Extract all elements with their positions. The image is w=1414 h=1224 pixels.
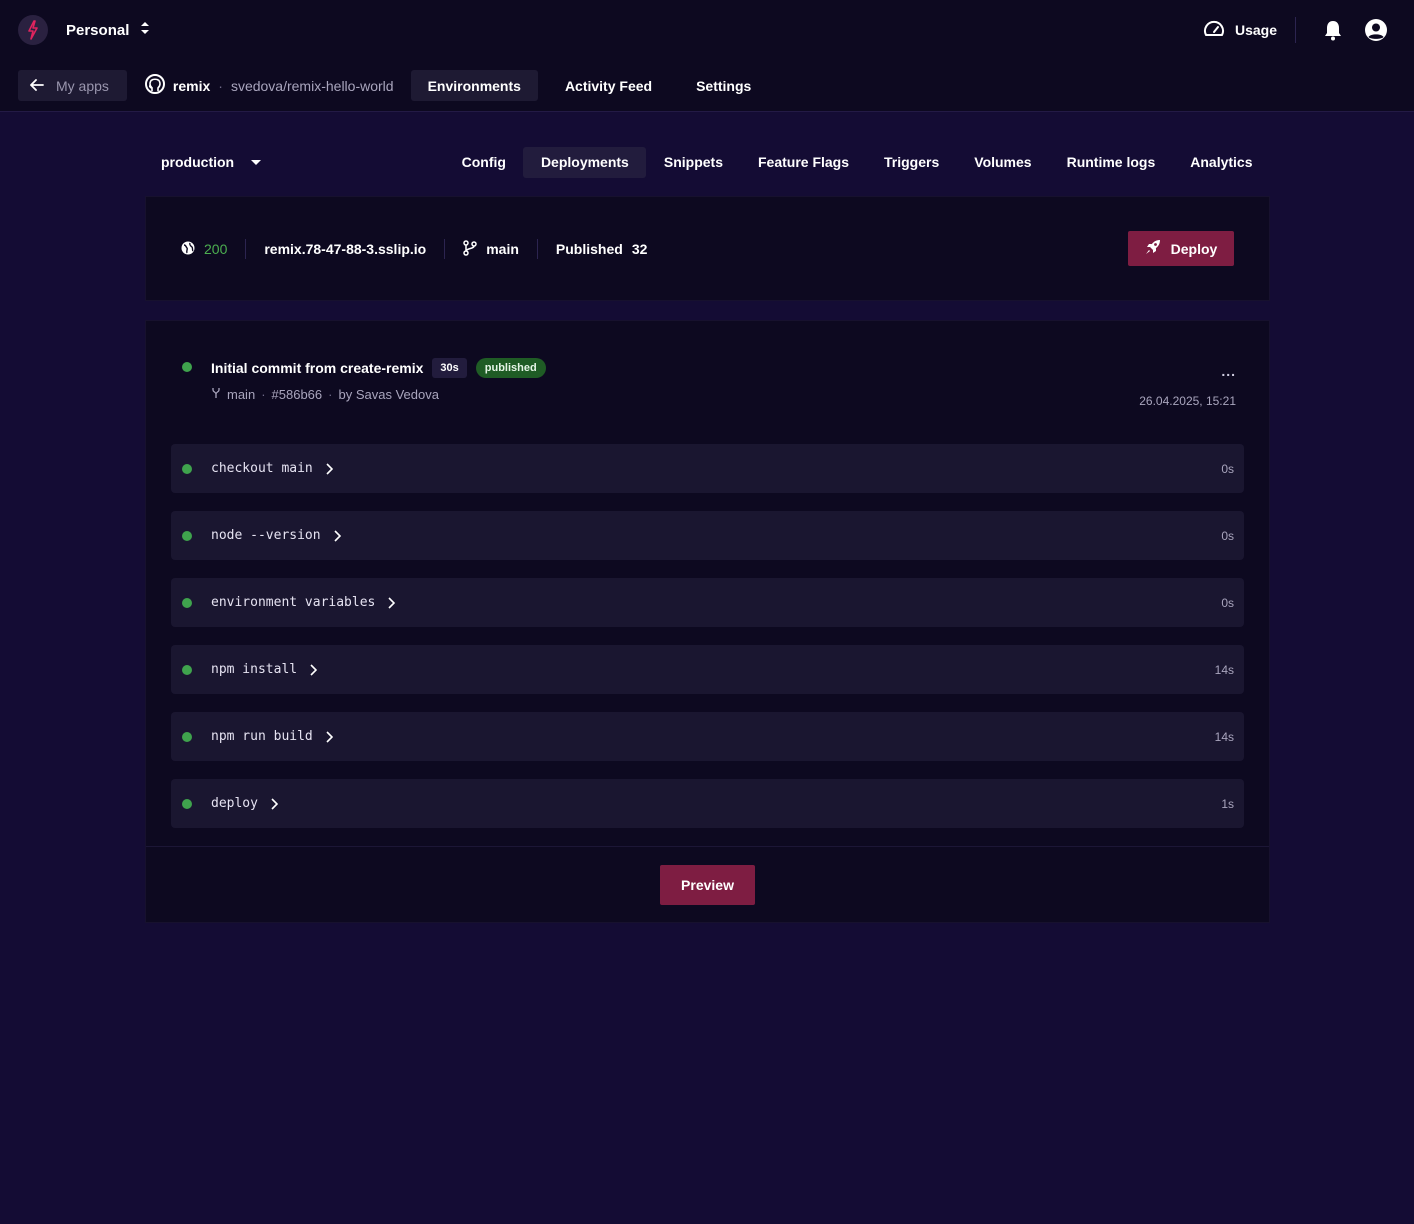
branch-name: main xyxy=(486,241,519,257)
branch-info: main xyxy=(444,239,537,259)
chevron-right-icon xyxy=(270,797,278,810)
tab-analytics[interactable]: Analytics xyxy=(1173,147,1270,178)
commit-hash[interactable]: #586b66 xyxy=(272,387,323,402)
step-row[interactable]: npm run build 14s xyxy=(171,712,1244,761)
deployment-card: Initial commit from create-remix 30s pub… xyxy=(145,320,1270,923)
tab-runtime-logs[interactable]: Runtime logs xyxy=(1049,147,1173,178)
workspace-switcher[interactable]: Personal xyxy=(66,20,151,40)
status-code: 200 xyxy=(181,239,245,259)
environment-status-card: 200 remix.78-47-88-3.sslip.io main Publi… xyxy=(145,196,1270,301)
notifications-bell-icon[interactable] xyxy=(1324,20,1342,41)
chevron-right-icon xyxy=(325,462,333,475)
top-bar: Personal Usage My apps remix · svedova/r… xyxy=(0,0,1414,112)
user-avatar-icon[interactable] xyxy=(1364,18,1388,42)
commit-message: Initial commit from create-remix xyxy=(211,360,424,376)
repo-path: svedova/remix-hello-world xyxy=(230,77,394,94)
deployment-steps: checkout main 0s node --version 0s envir… xyxy=(171,444,1244,846)
branch-fork-icon xyxy=(211,387,221,402)
status-dot-icon xyxy=(182,798,192,809)
deployment-date: 26.04.2025, 15:21 xyxy=(1139,394,1236,408)
environment-select[interactable]: production xyxy=(161,146,262,178)
tab-settings[interactable]: Settings xyxy=(679,70,768,101)
step-duration: 14s xyxy=(1214,729,1234,744)
speedometer-icon xyxy=(1203,20,1225,41)
back-to-my-apps-button[interactable]: My apps xyxy=(18,70,127,101)
chevron-right-icon xyxy=(309,663,318,676)
tab-triggers[interactable]: Triggers xyxy=(867,147,957,178)
chevron-right-icon xyxy=(333,529,341,542)
workspace-name: Personal xyxy=(66,21,130,39)
step-label: checkout main xyxy=(211,461,313,476)
step-duration: 0s xyxy=(1221,528,1234,543)
tab-feature-flags[interactable]: Feature Flags xyxy=(740,147,866,178)
duration-badge: 30s xyxy=(432,358,467,378)
meta-separator: · xyxy=(328,387,333,402)
deploy-button[interactable]: Deploy xyxy=(1128,231,1234,266)
tab-environments[interactable]: Environments xyxy=(410,70,538,101)
step-duration: 1s xyxy=(1221,796,1234,811)
step-row[interactable]: npm install 14s xyxy=(171,645,1244,694)
repo-name: remix xyxy=(172,77,211,94)
step-label: environment variables xyxy=(211,595,376,610)
step-label: npm install xyxy=(211,662,298,677)
status-badge: published xyxy=(475,358,546,378)
published-info: Published 32 xyxy=(536,239,665,259)
status-dot-icon xyxy=(182,463,192,474)
repo-separator: · xyxy=(218,77,223,94)
usage-button[interactable]: Usage xyxy=(1203,17,1296,43)
repo-info[interactable]: remix · svedova/remix-hello-world xyxy=(144,74,394,97)
step-row[interactable]: deploy 1s xyxy=(171,779,1244,828)
rocket-icon xyxy=(1145,239,1161,258)
more-options-button[interactable]: ... xyxy=(1221,363,1236,379)
app-logo-icon[interactable] xyxy=(18,15,48,45)
commit-author: by Savas Vedova xyxy=(338,387,439,402)
meta-separator: · xyxy=(261,387,266,402)
step-row[interactable]: checkout main 0s xyxy=(171,444,1244,493)
github-icon xyxy=(144,74,165,97)
chevron-right-icon xyxy=(387,596,396,609)
globe-icon xyxy=(181,241,195,258)
tab-snippets[interactable]: Snippets xyxy=(646,147,740,178)
step-label: node --version xyxy=(211,528,321,543)
published-label: Published xyxy=(555,241,623,257)
step-row[interactable]: environment variables 0s xyxy=(171,578,1244,627)
git-branch-icon xyxy=(463,239,477,259)
back-label: My apps xyxy=(56,77,109,94)
status-dot-icon xyxy=(182,597,192,608)
published-count: 32 xyxy=(631,241,648,257)
step-duration: 0s xyxy=(1221,595,1234,610)
divider xyxy=(146,846,1269,847)
step-label: deploy xyxy=(211,796,258,811)
caret-down-icon xyxy=(250,154,262,170)
environment-bar: production Config Deployments Snippets F… xyxy=(145,146,1270,178)
status-dot-icon xyxy=(182,664,192,675)
commit-header: Initial commit from create-remix 30s pub… xyxy=(181,357,1236,408)
commit-branch: main xyxy=(227,387,256,402)
tab-activity-feed[interactable]: Activity Feed xyxy=(548,70,669,101)
domain-text: remix.78-47-88-3.sslip.io xyxy=(264,241,427,257)
status-dot-icon xyxy=(182,362,192,372)
tab-deployments[interactable]: Deployments xyxy=(523,146,647,178)
deploy-label: Deploy xyxy=(1170,240,1218,257)
preview-button[interactable]: Preview xyxy=(660,865,755,905)
environment-name: production xyxy=(161,154,235,170)
up-down-chevron-icon xyxy=(139,20,151,40)
chevron-right-icon xyxy=(325,730,333,743)
tab-config[interactable]: Config xyxy=(444,147,523,178)
status-dot-icon xyxy=(182,731,192,742)
step-label: npm run build xyxy=(211,729,313,744)
domain-link[interactable]: remix.78-47-88-3.sslip.io xyxy=(245,239,444,259)
status-dot-icon xyxy=(182,530,192,541)
step-duration: 14s xyxy=(1214,662,1234,677)
step-row[interactable]: node --version 0s xyxy=(171,511,1244,560)
status-code-value: 200 xyxy=(204,241,228,257)
tab-volumes[interactable]: Volumes xyxy=(957,147,1049,178)
arrow-left-icon xyxy=(30,78,44,94)
step-duration: 0s xyxy=(1221,461,1234,476)
usage-label: Usage xyxy=(1234,22,1277,38)
